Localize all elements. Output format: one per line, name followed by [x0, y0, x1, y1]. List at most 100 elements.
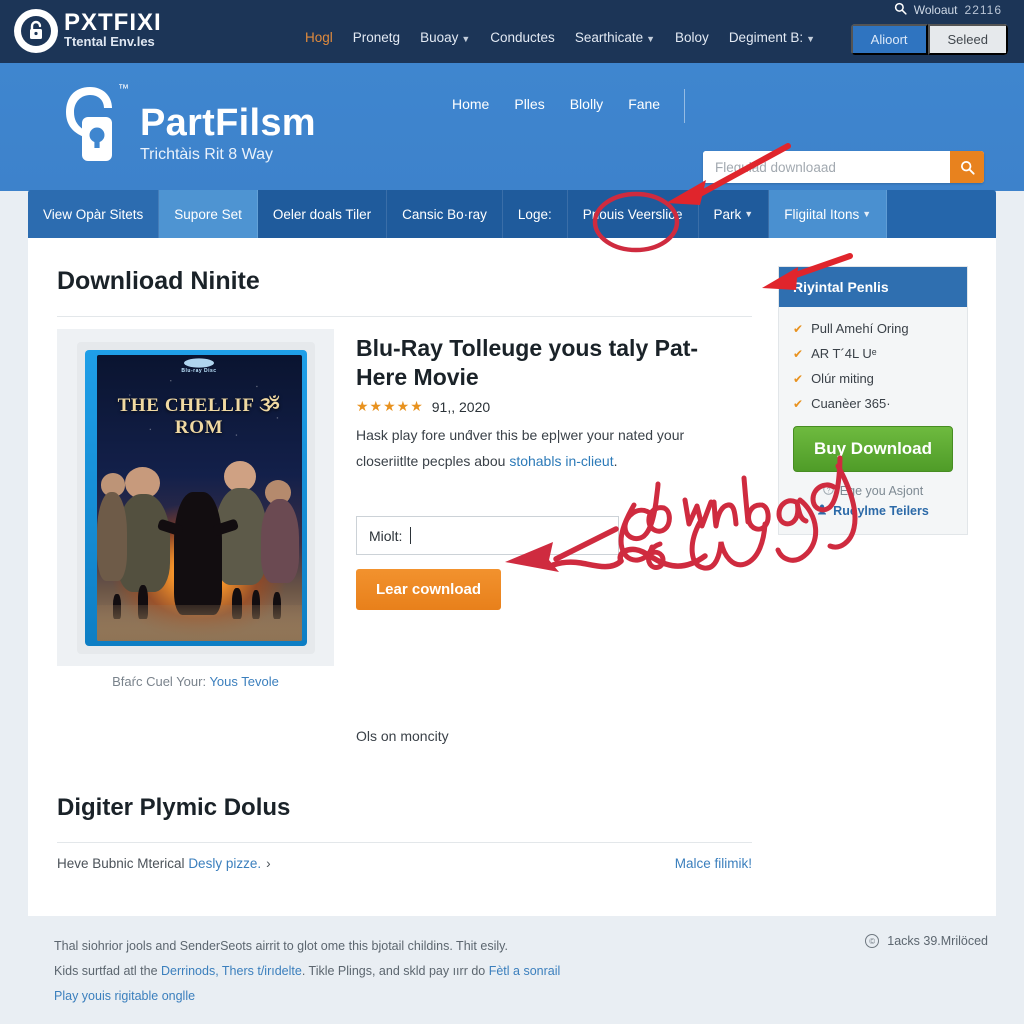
trademark-icon: ™	[118, 83, 129, 95]
top-nav-label: Degiment B:	[728, 30, 804, 45]
tab-label: Oeler doals Tiler	[272, 206, 372, 222]
feature-item: ✔ AR T´4L Uᵉ	[793, 346, 953, 362]
sidecard-body: ✔ Pull Amehí Oring ✔ AR T´4L Uᵉ ✔ Olúr …	[779, 307, 967, 534]
top-nav-item-searthicate[interactable]: Searthicate ▼	[575, 30, 655, 45]
section-right-link[interactable]: Malce filimik!	[668, 856, 752, 871]
top-action-group: Alioort Seleed	[850, 24, 1008, 55]
search-icon	[960, 160, 975, 175]
tab-supore-set[interactable]: Supore Set	[159, 190, 258, 238]
footer-link-1[interactable]: Derrinods, Thers t/irıdelte	[161, 964, 302, 978]
input-value: Miolt:	[369, 527, 403, 544]
seleed-button[interactable]: Seleed	[927, 24, 1008, 55]
cover-caption: Bfaŕc Cuel Your: Yous Tevole	[57, 674, 334, 689]
footer-text-block: Thal siohrior jools and SenderSeots airr…	[54, 934, 754, 1009]
description-line-1: Hask play fore und́ver this be ep|wer yo…	[356, 427, 685, 443]
cover-artwork: Blu-ray Disc THE CHELLIF ૐ ROM	[96, 354, 302, 641]
bluray-case: Blu-ray Disc THE CHELLIF ૐ ROM	[84, 349, 307, 646]
cover-ground-decoration	[96, 604, 302, 641]
search-icon[interactable]	[894, 2, 907, 18]
account-label[interactable]: Woloaut	[914, 3, 958, 17]
sidecard-help-label: Ege you Asjont	[839, 484, 924, 498]
question-circle-icon: ?	[823, 484, 834, 498]
svg-text:Blu-ray Disc: Blu-ray Disc	[181, 368, 216, 374]
tab-pnouis-veerslice[interactable]: Pnouis Veerslice	[567, 190, 699, 238]
cover-figures-decoration	[96, 429, 302, 641]
top-nav-item-conductes[interactable]: Conductes	[490, 30, 555, 45]
footer-link-3[interactable]: Play youis rigitable onglle	[54, 989, 195, 1003]
top-nav-item-buoay[interactable]: Buoay ▼	[420, 30, 470, 45]
description-link[interactable]: stohabls in-clieut	[509, 453, 613, 469]
submit-button[interactable]: Lear cownload	[356, 569, 502, 610]
sidecard-trailers-label: Ruoylme Teilers	[833, 504, 929, 518]
search-input[interactable]	[703, 151, 950, 183]
tab-label: View Opàr Sitets	[43, 206, 144, 222]
chevron-down-icon: ▼	[806, 34, 816, 44]
chevron-right-icon: ›	[266, 856, 271, 871]
section-left-link[interactable]: Desly pizze.	[188, 856, 261, 871]
top-utility-bar: PXTFIXI Ttental Env.les Woloaut 22116 Ho…	[0, 0, 1024, 63]
top-nav: Hogl Pronetg Buoay ▼ Conductes Searthicat…	[305, 30, 815, 45]
top-nav-item-hogl[interactable]: Hogl	[305, 30, 333, 45]
tab-label: Loge:	[517, 206, 552, 222]
footer-link-2[interactable]: Fètl a sonrail	[489, 964, 561, 978]
feature-item: ✔ Cuanèer 365·	[793, 396, 953, 412]
section-left-text: Heve Bubnic Mterical	[57, 856, 189, 871]
product-rating: ★★★★★ 91,, 2020	[356, 398, 490, 415]
sidecard-help-link[interactable]: ? Ege you Asjont	[793, 484, 953, 498]
lock-logo-icon	[14, 9, 58, 53]
check-icon: ✔	[793, 347, 804, 361]
person-icon	[817, 504, 827, 518]
tab-fligiital-itons[interactable]: Fligiital Itons ▼	[769, 190, 888, 238]
top-brand-name: PXTFIXI	[64, 9, 162, 36]
moncity-input[interactable]: Miolt:	[356, 516, 619, 555]
alioort-button[interactable]: Alioort	[850, 24, 928, 55]
footer-line-2-pre: Kids surtfad atl the	[54, 964, 162, 978]
header-nav-item-blolly[interactable]: Blolly	[570, 96, 603, 112]
footer-line-1: Thal siohrior jools and SenderSeots airr…	[54, 939, 508, 953]
check-icon: ✔	[793, 372, 804, 386]
buy-download-button[interactable]: Buy Download	[793, 426, 953, 472]
sidecard-trailers-link[interactable]: Ruoylme Teilers	[793, 504, 953, 518]
top-nav-label: Pronetg	[352, 30, 401, 45]
tab-park[interactable]: Park ▼	[698, 190, 770, 238]
chevron-down-icon: ▼	[646, 34, 656, 44]
cover-figure-body	[215, 488, 267, 586]
footer-line-3: Play youis rigitable onglle	[54, 984, 754, 1009]
top-nav-label: Conductes	[490, 30, 555, 45]
title-divider	[57, 316, 752, 317]
tab-view-opar-sitets[interactable]: View Opàr Sitets	[28, 190, 160, 238]
section-title: Digiter Plymic Dolus	[57, 794, 291, 821]
top-nav-item-pronetg[interactable]: Pronetg	[353, 30, 400, 45]
padlock-logo-icon: ™	[56, 81, 129, 173]
main-content-panel: Downlioad Ninite Blu-ray Disc THE CHELLI…	[28, 238, 996, 916]
feature-item: ✔ Pull Amehí Oring	[793, 321, 953, 337]
header-nav-item-plles[interactable]: Plles	[514, 96, 544, 112]
feature-label: Cuanèer 365·	[811, 396, 891, 411]
chevron-down-icon: ▼	[862, 209, 872, 219]
feature-label: Olúr miting	[811, 371, 874, 386]
tab-cansic-bo-ray[interactable]: Cansic Bo·ray	[387, 190, 503, 238]
site-logo[interactable]: ™ PartFilsm Trichtàis Rit 8 Way	[56, 81, 316, 173]
footer-line-2-mid: . Tikle Plings, and skld pay ıırr do	[301, 964, 489, 978]
header-nav-item-home[interactable]: Home	[452, 96, 489, 112]
cover-center-figure	[174, 492, 222, 616]
tab-oeler-doals-tiler[interactable]: Oeler doals Tiler	[257, 190, 388, 238]
site-header: ™ PartFilsm Trichtàis Rit 8 Way Home Pll…	[0, 63, 1024, 191]
bluray-disc-logo-icon: Blu-ray Disc	[175, 357, 223, 376]
sidecard-heading: Riyintal Penlis	[779, 267, 967, 307]
header-nav-item-fane[interactable]: Fane	[628, 96, 660, 112]
tab-loge[interactable]: Loge:	[502, 190, 568, 238]
cover-caption-link[interactable]: Yous Tevole	[209, 674, 278, 689]
footer-badge: © 1acks 39.Mrilöced	[865, 934, 988, 948]
top-brand[interactable]: PXTFIXI Ttental Env.les	[64, 9, 162, 50]
input-field-label: Ols on moncity	[356, 728, 449, 744]
account-number: 22116	[964, 3, 1002, 17]
top-nav-item-boloy[interactable]: Boloy	[675, 30, 709, 45]
chevron-down-icon: ▼	[461, 34, 471, 44]
bluray-cover[interactable]: Blu-ray Disc THE CHELLIF ૐ ROM	[76, 341, 315, 654]
feature-label: AR T´4L Uᵉ	[811, 346, 877, 361]
header-search	[703, 151, 984, 183]
top-nav-item-degiment[interactable]: Degiment B: ▼	[729, 30, 815, 45]
search-submit-button[interactable]	[950, 151, 984, 183]
check-icon: ✔	[793, 322, 804, 336]
